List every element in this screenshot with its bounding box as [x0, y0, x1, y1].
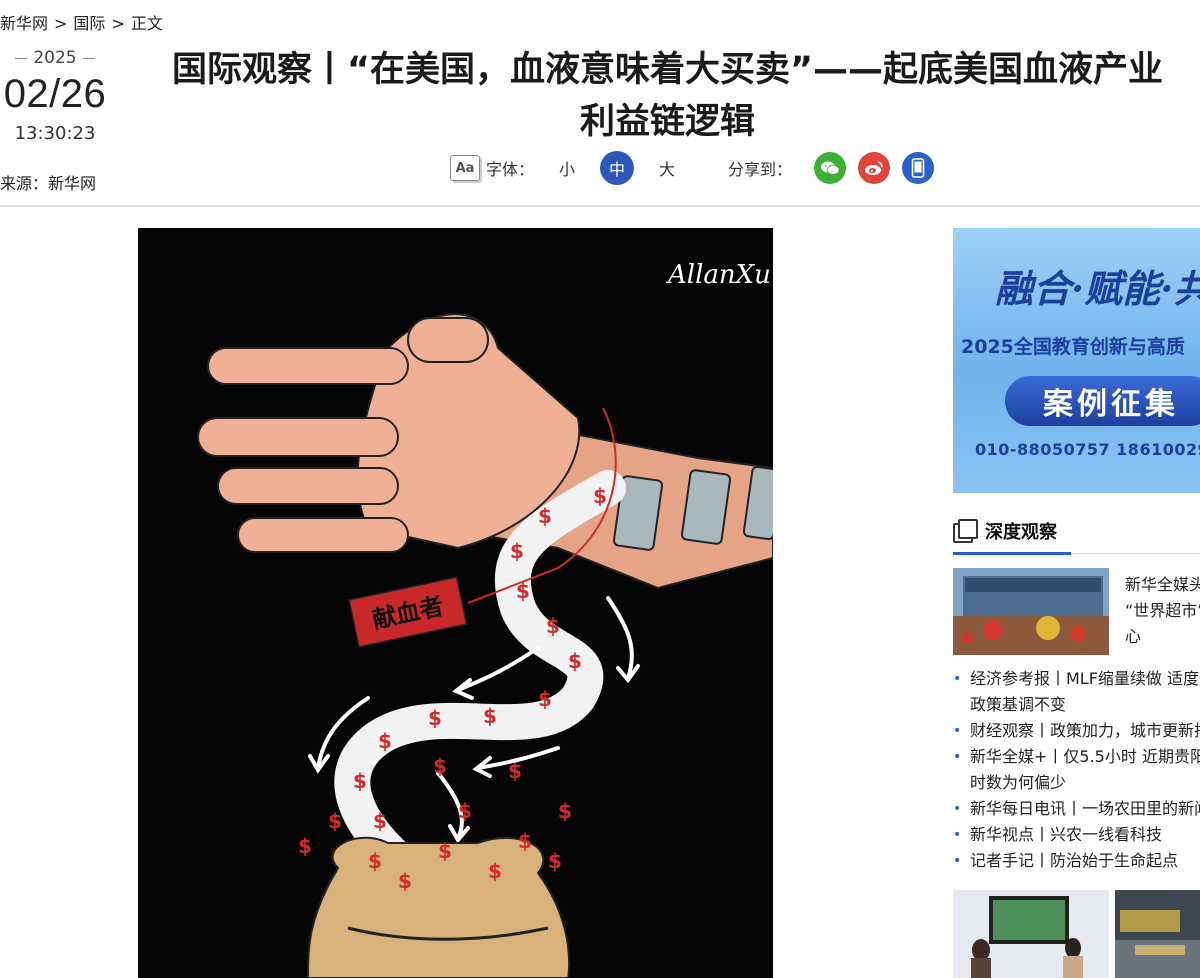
- svg-text:$: $: [438, 839, 452, 863]
- publish-month-day: 02/26: [3, 72, 107, 116]
- svg-text:$: $: [548, 849, 562, 873]
- header-divider: [0, 205, 1200, 207]
- feature-news-title[interactable]: 新华全媒头 “世界超市” 心: [1125, 572, 1200, 650]
- feature-news-image[interactable]: [953, 568, 1109, 655]
- list-item[interactable]: 新华全媒+丨仅5.5小时 近期贵阳 时数为何偏少: [953, 744, 1200, 796]
- article-cartoon-image: $$$ $$$ $$$ $$$ $$ $$$ $$$ $$$ $$$ 献血者: [138, 228, 773, 978]
- svg-text:$: $: [378, 729, 392, 753]
- sidebar-ad-banner[interactable]: 融合·赋能·共 2025全国教育创新与高质 案例征集 010-88050757 …: [953, 228, 1200, 493]
- breadcrumb-home[interactable]: 新华网: [0, 14, 48, 33]
- font-size-label: 字体：: [486, 160, 535, 179]
- font-size-small-button[interactable]: 小: [550, 151, 584, 185]
- svg-text:$: $: [508, 759, 522, 783]
- divider: [15, 57, 28, 59]
- breadcrumb-separator: >: [54, 14, 68, 33]
- wechat-icon: [821, 161, 840, 175]
- list-item[interactable]: 记者手记丨防治始于生命起点: [953, 848, 1200, 874]
- svg-text:$: $: [488, 859, 502, 883]
- mobile-phone-icon: [911, 158, 925, 178]
- news-thumbnail[interactable]: [953, 890, 1109, 978]
- ad-case-collection-button[interactable]: 案例征集: [1005, 376, 1200, 426]
- blood-donor-cartoon: $$$ $$$ $$$ $$$ $$ $$$ $$$ $$$ $$$ 献血者: [138, 228, 773, 978]
- svg-text:$: $: [433, 754, 447, 778]
- svg-text:$: $: [368, 849, 382, 873]
- breadcrumb-current: 正文: [130, 14, 163, 33]
- article-title: 国际观察丨“在美国，血液意味着大买卖”——起底美国血液产业 利益链逻辑: [135, 44, 1200, 148]
- article-title-line1: 国际观察丨“在美国，血液意味着大买卖”——起底美国血液产业: [171, 50, 1163, 90]
- article-toolbar: Aa 字体： 小 中 大 分享到：: [450, 150, 935, 186]
- svg-text:$: $: [546, 614, 560, 638]
- svg-text:$: $: [558, 799, 572, 823]
- market-photo: [953, 568, 1109, 655]
- weibo-icon: [865, 161, 883, 175]
- list-item[interactable]: 新华视点丨兴农一线看科技: [953, 822, 1200, 848]
- divider: [1071, 553, 1200, 554]
- share-weibo-button[interactable]: [858, 152, 891, 184]
- article-source: 来源：新华网: [0, 174, 97, 193]
- svg-text:$: $: [593, 484, 607, 508]
- publish-year-row: 2025: [0, 48, 110, 68]
- building-photo: [1115, 890, 1200, 978]
- list-item[interactable]: 新华每日电讯丨一场农田里的新闻: [953, 796, 1200, 822]
- artist-signature: AllanXu: [666, 260, 771, 290]
- svg-text:$: $: [538, 687, 552, 711]
- share-label: 分享到：: [728, 160, 793, 179]
- studio-photo: [953, 890, 1109, 978]
- section-title: 深度观察: [985, 522, 1057, 543]
- svg-text:$: $: [373, 809, 387, 833]
- publish-date: 2025 02/26 13:30:23: [0, 48, 110, 144]
- ad-phone: 010-88050757 18610029: [975, 440, 1200, 459]
- book-icon: [953, 519, 979, 543]
- ad-slogan: 融合·赋能·共: [995, 266, 1200, 311]
- ad-title: 2025全国教育创新与高质: [961, 336, 1185, 358]
- svg-text:$: $: [568, 649, 582, 673]
- svg-text:$: $: [458, 799, 472, 823]
- divider: [82, 57, 95, 59]
- svg-text:$: $: [353, 769, 367, 793]
- publish-time: 13:30:23: [14, 123, 96, 144]
- svg-text:$: $: [518, 829, 532, 853]
- list-item[interactable]: 财经观察丨政策加力，城市更新扬: [953, 718, 1200, 744]
- article-title-line2: 利益链逻辑: [579, 102, 755, 142]
- breadcrumb-separator: >: [111, 14, 125, 33]
- list-item[interactable]: 经济参考报丨MLF缩量续做 适度 政策基调不变: [953, 666, 1200, 718]
- svg-text:$: $: [328, 809, 342, 833]
- svg-text:$: $: [428, 706, 442, 730]
- svg-text:$: $: [510, 539, 524, 563]
- news-thumbnail[interactable]: [1115, 890, 1200, 978]
- breadcrumb: 新华网 > 国际 > 正文: [0, 10, 163, 34]
- svg-text:$: $: [398, 869, 412, 893]
- svg-text:$: $: [538, 504, 552, 528]
- svg-text:$: $: [298, 834, 312, 858]
- news-list: 经济参考报丨MLF缩量续做 适度 政策基调不变 财经观察丨政策加力，城市更新扬 …: [953, 666, 1200, 874]
- font-size-medium-button[interactable]: 中: [600, 151, 635, 185]
- breadcrumb-section[interactable]: 国际: [73, 14, 105, 33]
- share-wechat-button[interactable]: [814, 152, 847, 184]
- share-mobile-button[interactable]: [902, 152, 935, 184]
- sidebar-section-header: 深度观察: [953, 518, 1057, 544]
- publish-year: 2025: [33, 48, 77, 68]
- font-size-icon: Aa: [450, 155, 480, 181]
- section-underline: [953, 552, 1071, 555]
- svg-text:$: $: [483, 704, 497, 728]
- font-size-large-button[interactable]: 大: [650, 151, 684, 185]
